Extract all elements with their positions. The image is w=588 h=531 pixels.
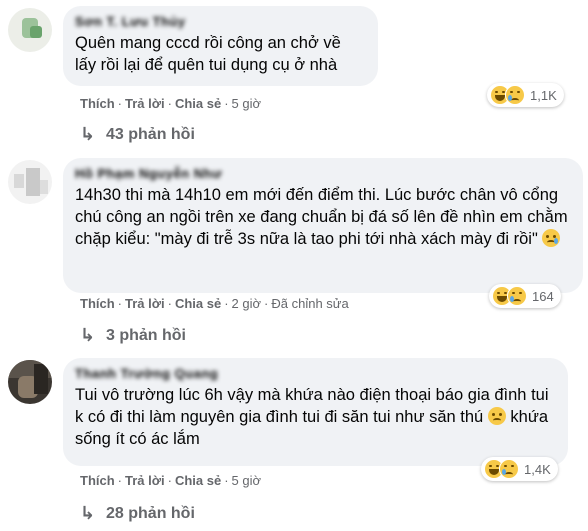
timestamp[interactable]: 2 giờ bbox=[232, 296, 262, 311]
sad-icon bbox=[505, 85, 525, 105]
sad-icon bbox=[507, 286, 527, 306]
replies-count: 3 phản hồi bbox=[106, 326, 186, 344]
share-link[interactable]: Chia sẻ bbox=[175, 96, 221, 111]
avatar[interactable] bbox=[8, 8, 52, 52]
comment-actions: Thích · Trả lời · Chia sẻ · 5 giờ bbox=[80, 96, 262, 111]
reply-arrow-icon: ↳ bbox=[80, 325, 96, 345]
view-replies-button[interactable]: ↳ 43 phản hồi bbox=[80, 124, 195, 145]
timestamp[interactable]: 5 giờ bbox=[232, 473, 262, 488]
share-link[interactable]: Chia sẻ bbox=[175, 473, 221, 488]
comment-author[interactable]: Hồ Phạm Nguyễn Như bbox=[75, 166, 571, 182]
avatar[interactable] bbox=[8, 160, 52, 204]
reaction-summary[interactable]: 164 bbox=[489, 284, 561, 308]
like-link[interactable]: Thích bbox=[80, 296, 115, 311]
comment-actions: Thích · Trả lời · Chia sẻ · 2 giờ · Đã chỉnh sửa bbox=[80, 296, 349, 311]
comment-text: 14h30 thi mà 14h10 em mới đến điểm thi. … bbox=[75, 186, 568, 248]
comment-actions: Thích · Trả lời · Chia sẻ · 5 giờ bbox=[80, 473, 262, 488]
comment-author[interactable]: Sơn T. Lưu Thủy bbox=[75, 14, 366, 30]
reaction-count: 1,4K bbox=[524, 461, 551, 477]
reaction-summary[interactable]: 1,1K bbox=[487, 83, 564, 107]
comment-text: Quên mang cccd rồi công an chở về lấy rồ… bbox=[75, 34, 341, 74]
reaction-count: 164 bbox=[532, 288, 554, 304]
reply-link[interactable]: Trả lời bbox=[125, 296, 165, 311]
reply-arrow-icon: ↳ bbox=[80, 124, 96, 144]
edited-label[interactable]: Đã chỉnh sửa bbox=[271, 296, 348, 311]
comment-bubble: Sơn T. Lưu Thủy Quên mang cccd rồi công … bbox=[63, 6, 378, 86]
like-link[interactable]: Thích bbox=[80, 96, 115, 111]
replies-count: 43 phản hồi bbox=[106, 125, 195, 143]
sad-icon bbox=[499, 459, 519, 479]
reply-arrow-icon: ↳ bbox=[80, 503, 96, 523]
crying-face-icon bbox=[542, 229, 561, 247]
reply-link[interactable]: Trả lời bbox=[125, 473, 165, 488]
avatar[interactable] bbox=[8, 360, 52, 404]
reaction-count: 1,1K bbox=[530, 87, 557, 103]
share-link[interactable]: Chia sẻ bbox=[175, 296, 221, 311]
timestamp[interactable]: 5 giờ bbox=[232, 96, 262, 111]
view-replies-button[interactable]: ↳ 3 phản hồi bbox=[80, 325, 186, 346]
view-replies-button[interactable]: ↳ 28 phản hồi bbox=[80, 503, 195, 524]
reaction-summary[interactable]: 1,4K bbox=[481, 457, 558, 481]
replies-count: 28 phản hồi bbox=[106, 504, 195, 522]
reply-link[interactable]: Trả lời bbox=[125, 96, 165, 111]
disappointed-face-icon bbox=[487, 407, 506, 425]
like-link[interactable]: Thích bbox=[80, 473, 115, 488]
comment-text: Tui vô trường lúc 6h vậy mà khứa nào điệ… bbox=[75, 386, 549, 448]
comment-bubble: Hồ Phạm Nguyễn Như 14h30 thi mà 14h10 em… bbox=[63, 158, 583, 293]
comment-bubble: Thanh Trường Quang Tui vô trường lúc 6h … bbox=[63, 358, 568, 466]
comment-author[interactable]: Thanh Trường Quang bbox=[75, 366, 556, 382]
